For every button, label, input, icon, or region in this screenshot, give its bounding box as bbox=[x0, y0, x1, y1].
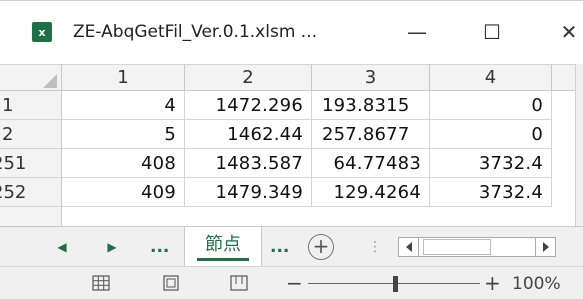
row-header[interactable]: 2 bbox=[0, 120, 62, 149]
table-cell[interactable]: 1472.296 bbox=[185, 91, 312, 120]
row-header[interactable]: 1 bbox=[0, 91, 62, 120]
close-button[interactable]: ✕ bbox=[546, 15, 583, 49]
table-cell[interactable]: 64.77483 bbox=[312, 149, 430, 178]
page-layout-icon bbox=[163, 275, 179, 291]
table-cell[interactable]: 5 bbox=[62, 120, 185, 149]
table-cell[interactable]: 3732.4 bbox=[430, 178, 552, 207]
table-cell[interactable]: 129.4264 bbox=[312, 178, 430, 207]
table-cell[interactable]: 193.8315 bbox=[312, 91, 430, 120]
active-tab-indicator bbox=[197, 258, 249, 261]
page-break-view-button[interactable] bbox=[230, 275, 248, 291]
table-cell[interactable]: 1483.587 bbox=[185, 149, 312, 178]
horizontal-scrollbar[interactable] bbox=[398, 237, 556, 257]
column-header[interactable]: 1 bbox=[62, 65, 185, 91]
zoom-in-button[interactable]: + bbox=[484, 270, 501, 296]
column-header-row: 1 2 3 4 bbox=[0, 65, 575, 91]
table-cell[interactable]: 1462.44 bbox=[185, 120, 312, 149]
spreadsheet-grid[interactable]: 1 2 3 4 1 4 1472.296 193.8315 0 2 5 1462… bbox=[0, 64, 575, 227]
row-header[interactable]: 252 bbox=[0, 178, 62, 207]
grid-view-icon bbox=[92, 275, 110, 291]
more-sheets-right-button[interactable]: ... bbox=[270, 233, 289, 261]
prev-sheet-button[interactable]: ◀ bbox=[52, 235, 72, 259]
column-header[interactable]: 2 bbox=[185, 65, 312, 91]
triangle-right-icon bbox=[542, 242, 549, 252]
select-all-corner[interactable] bbox=[0, 65, 62, 91]
caret-right-icon: ▶ bbox=[107, 240, 117, 254]
close-icon: ✕ bbox=[560, 20, 578, 44]
caret-left-icon: ◀ bbox=[57, 240, 67, 254]
page-layout-view-button[interactable] bbox=[162, 275, 180, 291]
table-cell[interactable]: 1479.349 bbox=[185, 178, 312, 207]
triangle-left-icon bbox=[405, 242, 412, 252]
table-cell[interactable]: 3732.4 bbox=[430, 149, 552, 178]
tab-split-handle[interactable]: ⋮ bbox=[368, 237, 382, 257]
table-cell[interactable]: 257.8677 bbox=[312, 120, 430, 149]
next-sheet-button[interactable]: ▶ bbox=[102, 235, 122, 259]
maximize-icon: ☐ bbox=[483, 20, 501, 44]
table-cell[interactable]: 408 bbox=[62, 149, 185, 178]
scrollbar-thumb[interactable] bbox=[423, 239, 491, 255]
zoom-slider-thumb[interactable] bbox=[393, 276, 398, 292]
status-bar: − + 100% bbox=[0, 266, 583, 299]
minimize-icon: — bbox=[407, 20, 427, 44]
table-cell[interactable]: 0 bbox=[430, 120, 552, 149]
excel-icon-letter: x bbox=[38, 25, 46, 39]
column-header[interactable]: 4 bbox=[430, 65, 552, 91]
column-header[interactable]: 3 bbox=[312, 65, 430, 91]
zoom-level[interactable]: 100% bbox=[512, 272, 561, 296]
row-header[interactable]: 251 bbox=[0, 149, 62, 178]
vertical-scrollbar[interactable] bbox=[575, 64, 583, 226]
zoom-out-button[interactable]: − bbox=[286, 270, 303, 296]
normal-view-button[interactable] bbox=[92, 275, 110, 291]
table-cell[interactable]: 4 bbox=[62, 91, 185, 120]
add-sheet-button[interactable]: + bbox=[308, 234, 334, 260]
page-break-icon bbox=[230, 275, 248, 291]
sheet-tab-label: 節点 bbox=[205, 234, 241, 255]
title-bar: x ZE-AbqGetFil_Ver.0.1.xlsm ... — ☐ ✕ bbox=[0, 0, 583, 64]
scroll-right-button[interactable] bbox=[535, 238, 555, 256]
scroll-left-button[interactable] bbox=[399, 238, 419, 256]
select-all-icon bbox=[43, 74, 57, 88]
minimize-button[interactable]: — bbox=[394, 15, 440, 49]
table-cell[interactable]: 0 bbox=[430, 91, 552, 120]
sheet-tab-active[interactable]: 節点 bbox=[184, 227, 262, 267]
plus-icon: + bbox=[312, 234, 330, 258]
window-title: ZE-AbqGetFil_Ver.0.1.xlsm ... bbox=[73, 22, 318, 42]
excel-app-icon: x bbox=[32, 22, 52, 42]
more-sheets-left-button[interactable]: ... bbox=[150, 233, 169, 261]
maximize-button[interactable]: ☐ bbox=[469, 15, 515, 49]
table-cell[interactable]: 409 bbox=[62, 178, 185, 207]
row-header[interactable] bbox=[0, 207, 62, 227]
sheet-tabs-bar: ◀ ▶ ... 節点 ... + ⋮ bbox=[0, 226, 583, 267]
